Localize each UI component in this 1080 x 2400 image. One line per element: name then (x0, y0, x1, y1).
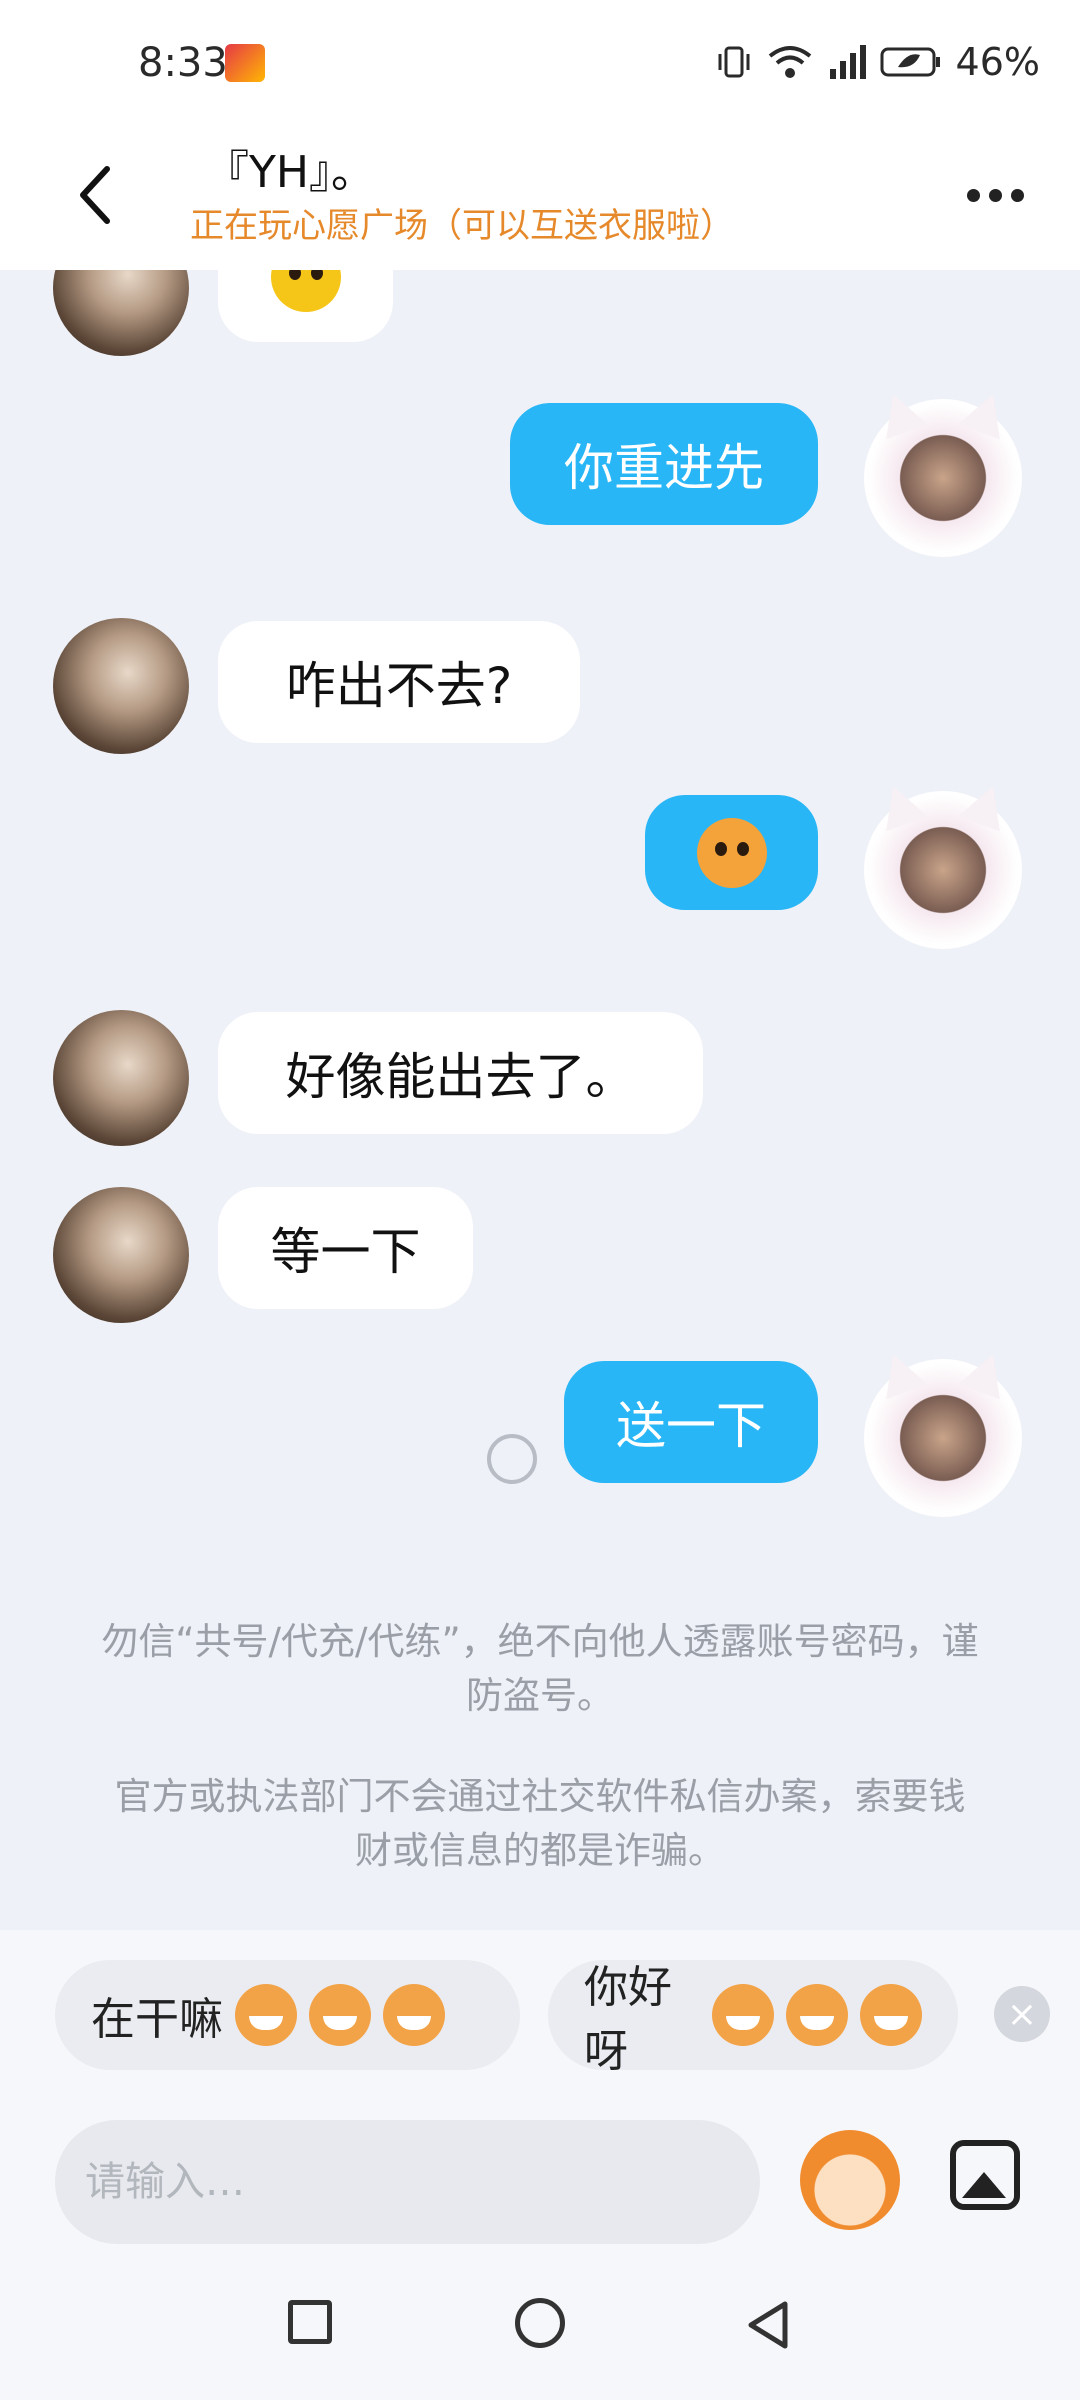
back-button[interactable] (60, 150, 130, 240)
vibrate-icon (718, 46, 750, 78)
message-bubble[interactable] (218, 270, 393, 342)
status-icons: 46% (714, 40, 1040, 84)
recent-apps-button[interactable] (288, 2300, 332, 2344)
yellow-face-emoji-icon (270, 270, 341, 312)
app-notification-icon (225, 44, 265, 82)
wifi-icon (768, 46, 811, 78)
grinning-monkey-emoji-icon (309, 1984, 371, 2046)
chat-subtitle[interactable]: 正在玩心愿广场（可以互送衣服啦） (190, 198, 734, 247)
quick-reply-chip[interactable]: 你好呀 (548, 1960, 958, 2070)
home-button[interactable] (515, 2298, 565, 2348)
close-quick-replies-button[interactable]: × (994, 1986, 1050, 2042)
more-dot (988, 188, 1002, 202)
input-bar (0, 2120, 1080, 2250)
message-input[interactable] (55, 2120, 760, 2244)
sending-status-icon (487, 1434, 537, 1484)
quick-reply-text: 在干嘛 (91, 1994, 223, 2045)
signal-icon (829, 45, 866, 79)
more-options-button[interactable] (950, 155, 1040, 235)
emoji-button[interactable] (800, 2130, 900, 2230)
chat-message-list[interactable]: 你重进先 咋出不去? 好像能出去了。 等一下 送一下 勿信“共号/代充/代练”，… (0, 270, 1080, 1930)
more-dot (966, 188, 980, 202)
message-bubble[interactable]: 等一下 (218, 1187, 473, 1309)
status-bar: 8:33 46% (0, 0, 1080, 130)
grinning-monkey-emoji-icon (235, 1984, 297, 2046)
fraud-notice: 官方或执法部门不会通过社交软件私信办案，索要钱财或信息的都是诈骗。 (114, 1775, 966, 1872)
battery-percentage: 46% (955, 40, 1040, 84)
self-avatar[interactable] (868, 403, 1018, 553)
grinning-monkey-emoji-icon (383, 1984, 445, 2046)
security-notice: 勿信“共号/代充/代练”，绝不向他人透露账号密码，谨防盗号。 (101, 1620, 979, 1717)
message-bubble[interactable]: 好像能出去了。 (218, 1012, 703, 1134)
contact-avatar[interactable] (53, 270, 189, 356)
wide-eyed-monkey-emoji-icon (786, 1984, 848, 2046)
message-bubble[interactable] (645, 795, 818, 910)
message-bubble[interactable]: 你重进先 (510, 403, 818, 525)
quick-reply-bar: 在干嘛 你好呀 × (0, 1930, 1080, 2120)
chevron-left-icon (80, 166, 110, 224)
contact-avatar[interactable] (53, 1010, 189, 1146)
close-icon: × (1006, 1993, 1038, 2035)
status-time: 8:33 (138, 40, 228, 86)
battery-icon (880, 47, 940, 77)
self-avatar[interactable] (868, 795, 1018, 945)
contact-avatar[interactable] (53, 1187, 189, 1323)
chat-title[interactable]: 『YH』。 (205, 136, 375, 200)
wide-eyed-monkey-emoji-icon (860, 1984, 922, 2046)
system-navigation-bar (0, 2250, 1080, 2400)
message-bubble[interactable]: 送一下 (564, 1361, 818, 1483)
crying-monkey-emoji-icon (696, 817, 767, 888)
quick-reply-text: 你好呀 (584, 1962, 672, 2070)
more-dot (1010, 188, 1024, 202)
chat-header: 『YH』。 正在玩心愿广场（可以互送衣服啦） (0, 130, 1080, 270)
message-bubble[interactable]: 咋出不去? (218, 621, 580, 743)
quick-reply-chip[interactable]: 在干嘛 (55, 1960, 520, 2070)
wide-eyed-monkey-emoji-icon (712, 1984, 774, 2046)
image-picker-button[interactable] (950, 2140, 1020, 2210)
self-avatar[interactable] (868, 1363, 1018, 1513)
contact-avatar[interactable] (53, 618, 189, 754)
back-triangle-button[interactable] (745, 2300, 791, 2350)
